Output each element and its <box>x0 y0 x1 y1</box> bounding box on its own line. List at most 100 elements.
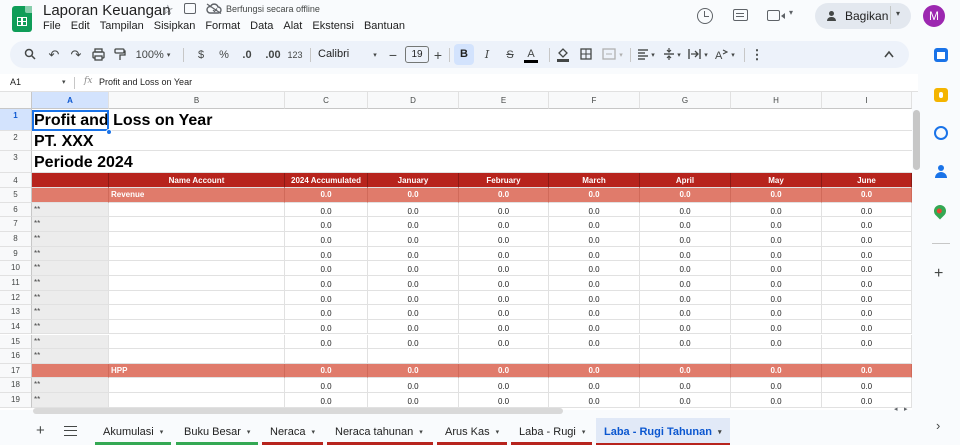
row-header-4[interactable]: 4 <box>0 173 32 188</box>
cell[interactable] <box>822 109 912 131</box>
value-cell[interactable]: 0.0 <box>285 246 368 262</box>
value-cell[interactable]: 0.0 <box>822 305 912 320</box>
value-cell[interactable]: 0.0 <box>731 334 822 350</box>
value-cell[interactable]: 0.0 <box>731 246 822 262</box>
value-cell[interactable]: 0.0 <box>459 246 549 262</box>
calendar-icon[interactable] <box>934 48 948 62</box>
font-size-increase-icon[interactable]: + <box>433 41 443 68</box>
chevron-down-icon[interactable]: ▾ <box>419 428 423 436</box>
value-cell[interactable]: 0.0 <box>549 305 640 320</box>
account-name-cell[interactable] <box>109 393 285 408</box>
column-header-g[interactable]: G <box>640 92 731 109</box>
sheet-tab-5[interactable]: Arus Kas ▾ <box>437 418 507 445</box>
value-cell[interactable]: 0.0 <box>368 275 459 291</box>
column-header-f[interactable]: F <box>549 92 640 109</box>
value-cell[interactable]: 0.0 <box>549 378 640 394</box>
sheets-logo-icon[interactable] <box>12 6 32 32</box>
value-cell[interactable]: 0.0 <box>822 231 912 247</box>
value-cell[interactable]: 0.0 <box>640 261 731 276</box>
cell[interactable] <box>731 151 822 173</box>
value-cell[interactable] <box>285 349 368 364</box>
cell[interactable] <box>459 131 549 151</box>
value-cell[interactable]: 0.0 <box>368 217 459 232</box>
value-cell[interactable]: 0.0 <box>822 319 912 335</box>
menu-edit[interactable]: Edit <box>71 20 90 32</box>
meet-icon[interactable] <box>767 10 785 21</box>
row-header-10[interactable]: 10 <box>0 261 32 276</box>
add-icon[interactable]: + <box>934 265 943 283</box>
decrease-decimal-button[interactable]: .0 <box>239 41 255 68</box>
comment-icon[interactable] <box>733 9 748 21</box>
value-cell[interactable]: 0.0 <box>459 334 549 350</box>
value-cell[interactable]: 0.0 <box>368 334 459 350</box>
value-cell[interactable]: 0.0 <box>368 393 459 408</box>
meet-dropdown-icon[interactable]: ▾ <box>789 8 793 17</box>
account-name-cell[interactable] <box>109 319 285 335</box>
value-cell[interactable]: 0.0 <box>822 261 912 276</box>
account-marker[interactable]: ** <box>32 349 109 364</box>
value-cell[interactable]: 0.0 <box>640 334 731 350</box>
cell[interactable] <box>459 109 549 131</box>
value-cell[interactable]: 0.0 <box>549 261 640 276</box>
cell[interactable] <box>822 131 912 151</box>
value-cell[interactable]: 0.0 <box>549 231 640 247</box>
sheet-tab-2[interactable]: Buku Besar ▾ <box>176 418 258 445</box>
undo-icon[interactable]: ↶ <box>48 41 60 68</box>
avatar[interactable]: M <box>923 5 945 27</box>
row-header-13[interactable]: 13 <box>0 305 32 320</box>
horizontal-scrollbar[interactable] <box>33 408 563 414</box>
value-cell[interactable]: 0.0 <box>731 275 822 291</box>
valign-icon[interactable] <box>663 41 675 68</box>
value-cell[interactable]: 0.0 <box>549 319 640 335</box>
sheet-tab-7[interactable]: Laba - Rugi Tahunan ▾ <box>596 418 730 445</box>
menu-tools[interactable]: Alat <box>283 20 302 32</box>
menu-data[interactable]: Data <box>250 20 273 32</box>
merge-icon[interactable] <box>602 41 616 68</box>
value-cell[interactable]: 0.0 <box>822 202 912 218</box>
keep-icon[interactable] <box>934 88 948 102</box>
value-cell[interactable]: 0.0 <box>368 261 459 276</box>
number-format-button[interactable]: 123 <box>286 41 304 68</box>
value-cell[interactable]: 0.0 <box>731 261 822 276</box>
account-name-cell[interactable] <box>109 275 285 291</box>
cell[interactable] <box>640 151 731 173</box>
account-marker[interactable]: ** <box>32 275 109 291</box>
merge-dropdown-icon[interactable]: ▾ <box>618 41 624 68</box>
cell[interactable] <box>549 151 640 173</box>
account-marker[interactable]: ** <box>32 290 109 306</box>
account-name-cell[interactable] <box>109 290 285 306</box>
value-cell[interactable]: 0.0 <box>285 290 368 306</box>
sheet-tab-6[interactable]: Laba - Rugi ▾ <box>511 418 592 445</box>
value-cell[interactable]: 0.0 <box>459 261 549 276</box>
cell[interactable] <box>109 151 285 173</box>
value-cell[interactable]: 0.0 <box>285 393 368 408</box>
name-box-dropdown-icon[interactable]: ▾ <box>62 78 66 86</box>
row-header-1[interactable]: 1 <box>0 109 32 131</box>
value-cell[interactable]: 0.0 <box>285 231 368 247</box>
value-cell[interactable] <box>640 349 731 364</box>
account-marker[interactable]: ** <box>32 246 109 262</box>
cell[interactable] <box>368 109 459 131</box>
row-header-19[interactable]: 19 <box>0 393 32 408</box>
paint-format-icon[interactable] <box>114 41 126 68</box>
value-cell[interactable]: 0.0 <box>731 290 822 306</box>
percent-button[interactable]: % <box>218 41 230 68</box>
row-header-18[interactable]: 18 <box>0 378 32 394</box>
value-cell[interactable]: 0.0 <box>731 378 822 394</box>
value-cell[interactable]: 0.0 <box>822 378 912 394</box>
star-icon[interactable]: ☆ <box>162 2 174 18</box>
row-header-2[interactable]: 2 <box>0 131 32 151</box>
menu-extensions[interactable]: Ekstensi <box>312 20 354 32</box>
strikethrough-button[interactable]: S <box>504 41 516 68</box>
account-marker[interactable]: ** <box>32 393 109 408</box>
account-marker[interactable]: ** <box>32 217 109 232</box>
cell[interactable] <box>549 131 640 151</box>
value-cell[interactable]: 0.0 <box>285 334 368 350</box>
value-cell[interactable]: 0.0 <box>549 246 640 262</box>
fill-color-icon[interactable] <box>556 41 570 68</box>
account-marker[interactable]: ** <box>32 378 109 394</box>
spreadsheet-grid[interactable]: A B C D E F G H I 1 2 3 4 5 6 7 8 9 10 11 12 13 14 15 16 17 18 19 Pr… <box>0 92 912 410</box>
value-cell[interactable]: 0.0 <box>731 202 822 218</box>
font-size-decrease-icon[interactable]: − <box>388 41 398 68</box>
cell[interactable] <box>459 151 549 173</box>
